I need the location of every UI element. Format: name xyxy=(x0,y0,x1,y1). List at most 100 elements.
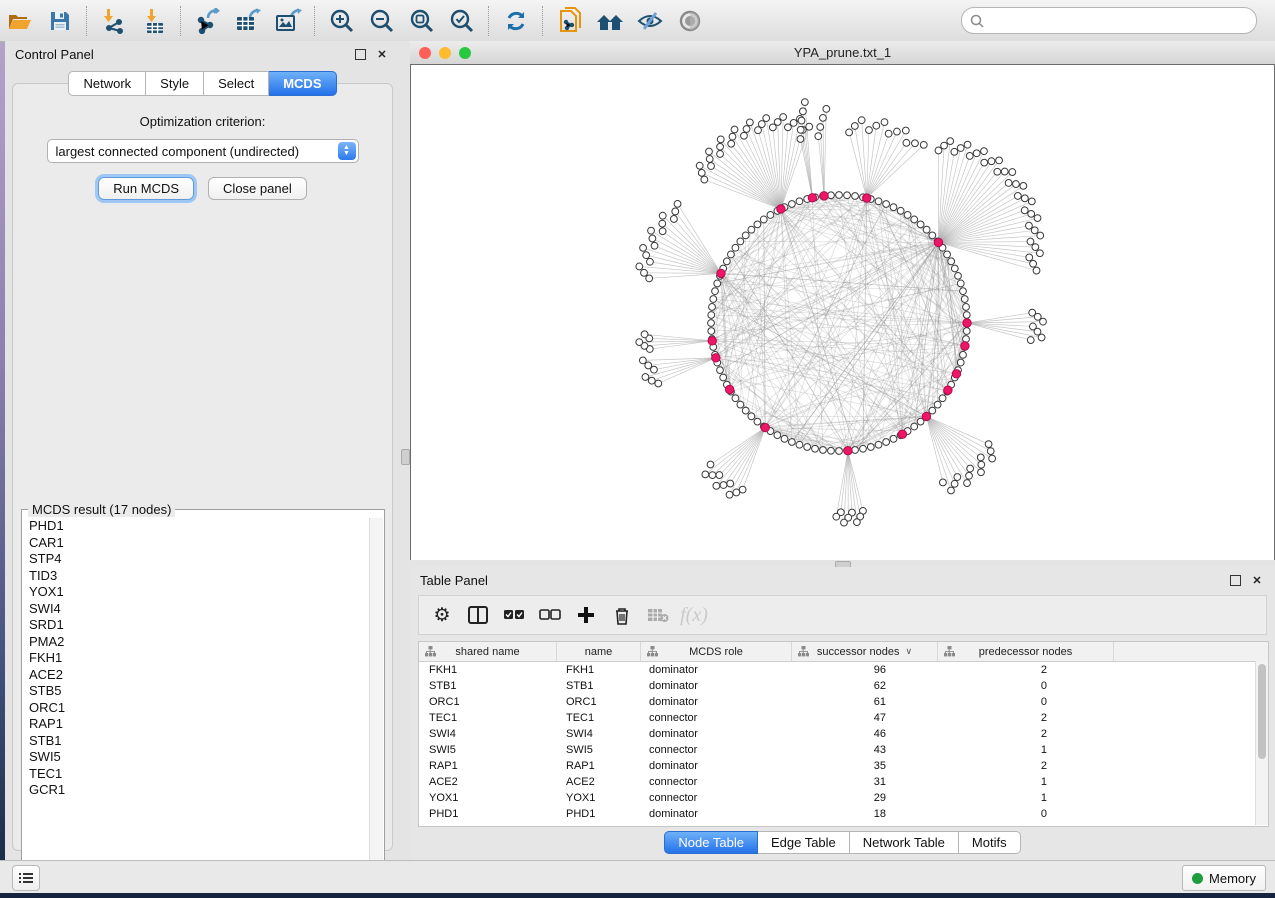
leaf-node[interactable] xyxy=(717,143,724,150)
ring-node[interactable] xyxy=(911,423,918,430)
leaf-node[interactable] xyxy=(978,461,985,468)
leaf-node[interactable] xyxy=(647,258,654,265)
ring-node[interactable] xyxy=(963,312,970,319)
delete-column-icon[interactable] xyxy=(607,601,637,629)
leaf-node[interactable] xyxy=(1033,267,1040,274)
leaf-node[interactable] xyxy=(746,119,753,126)
ring-node[interactable] xyxy=(955,272,962,279)
leaf-node[interactable] xyxy=(717,136,724,143)
splitter-grip[interactable] xyxy=(401,449,410,465)
ring-node[interactable] xyxy=(828,447,835,454)
ring-node[interactable] xyxy=(883,201,890,208)
mcds-dominator-node[interactable] xyxy=(708,337,716,345)
mcds-dominator-node[interactable] xyxy=(898,430,906,438)
ring-node[interactable] xyxy=(929,232,936,239)
ring-node[interactable] xyxy=(911,216,918,223)
ring-node[interactable] xyxy=(708,312,715,319)
leaf-node[interactable] xyxy=(951,480,958,487)
leaf-node[interactable] xyxy=(903,139,910,146)
new-network-from-selection-icon[interactable] xyxy=(553,6,587,36)
ring-node[interactable] xyxy=(963,328,970,335)
deselect-all-rows-icon[interactable] xyxy=(535,601,565,629)
ring-node[interactable] xyxy=(890,204,897,211)
leaf-node[interactable] xyxy=(935,147,942,154)
tab-node-table[interactable]: Node Table xyxy=(664,831,758,854)
export-network-icon[interactable] xyxy=(191,6,225,36)
leaf-node[interactable] xyxy=(763,115,770,122)
leaf-node[interactable] xyxy=(640,244,647,251)
table-row[interactable]: ACE2ACE2connector311 xyxy=(419,774,1268,790)
mcds-result-item[interactable]: RAP1 xyxy=(23,716,369,733)
mcds-dominator-node[interactable] xyxy=(844,446,852,454)
leaf-node[interactable] xyxy=(671,216,678,223)
mcds-result-item[interactable]: SWI5 xyxy=(23,749,369,766)
leaf-node[interactable] xyxy=(966,472,973,479)
leaf-node[interactable] xyxy=(755,127,762,134)
network-canvas[interactable] xyxy=(410,64,1275,561)
leaf-node[interactable] xyxy=(1037,250,1044,257)
ring-node[interactable] xyxy=(742,232,749,239)
ring-node[interactable] xyxy=(934,401,941,408)
leaf-node[interactable] xyxy=(1028,198,1035,205)
panel-menu-button[interactable] xyxy=(12,865,40,891)
column-header-successor-nodes[interactable]: successor nodes∨ xyxy=(792,642,938,661)
leaf-node[interactable] xyxy=(941,142,948,149)
ring-node[interactable] xyxy=(720,374,727,381)
ring-node[interactable] xyxy=(852,447,859,454)
leaf-node[interactable] xyxy=(701,176,708,183)
ring-node[interactable] xyxy=(760,216,767,223)
mcds-result-item[interactable]: SWI4 xyxy=(23,601,369,618)
leaf-node[interactable] xyxy=(707,461,714,468)
table-row[interactable]: SWI5SWI5connector431 xyxy=(419,742,1268,758)
leaf-node[interactable] xyxy=(1034,215,1041,222)
leaf-node[interactable] xyxy=(988,158,995,165)
leaf-node[interactable] xyxy=(912,140,919,147)
leaf-node[interactable] xyxy=(1014,193,1021,200)
leaf-node[interactable] xyxy=(981,148,988,155)
mcds-dominator-node[interactable] xyxy=(712,354,720,362)
leaf-node[interactable] xyxy=(702,471,709,478)
mcds-dominator-node[interactable] xyxy=(717,269,725,277)
leaf-node[interactable] xyxy=(873,122,880,129)
ring-node[interactable] xyxy=(714,280,721,287)
mcds-dominator-node[interactable] xyxy=(820,192,828,200)
mcds-result-item[interactable]: PHD1 xyxy=(23,518,369,535)
leaf-node[interactable] xyxy=(659,228,666,235)
table-row[interactable]: RAP1RAP1dominator352 xyxy=(419,758,1268,774)
mcds-result-item[interactable]: ORC1 xyxy=(23,700,369,717)
leaf-node[interactable] xyxy=(820,114,827,121)
leaf-node[interactable] xyxy=(713,482,720,489)
ring-node[interactable] xyxy=(961,296,968,303)
leaf-node[interactable] xyxy=(641,269,648,276)
mcds-result-item[interactable]: TID3 xyxy=(23,568,369,585)
leaf-node[interactable] xyxy=(985,441,992,448)
table-scrollbar-thumb[interactable] xyxy=(1258,664,1266,759)
zoom-selected-icon[interactable] xyxy=(445,6,479,36)
memory-button[interactable]: Memory xyxy=(1182,865,1266,891)
ring-node[interactable] xyxy=(860,445,867,452)
ring-node[interactable] xyxy=(875,198,882,205)
ring-node[interactable] xyxy=(732,244,739,251)
leaf-node[interactable] xyxy=(1021,195,1028,202)
mcds-result-item[interactable]: SRD1 xyxy=(23,617,369,634)
table-panel-float-button[interactable] xyxy=(1227,572,1243,588)
import-network-icon[interactable] xyxy=(97,6,131,36)
leaf-node[interactable] xyxy=(698,169,705,176)
close-panel-button[interactable]: Close panel xyxy=(208,177,307,200)
leaf-node[interactable] xyxy=(1013,181,1020,188)
leaf-node[interactable] xyxy=(651,242,658,249)
leaf-node[interactable] xyxy=(987,448,994,455)
leaf-node[interactable] xyxy=(902,127,909,134)
ring-node[interactable] xyxy=(754,418,761,425)
ring-node[interactable] xyxy=(754,221,761,228)
optimization-criterion-select[interactable]: largest connected component (undirected)… xyxy=(47,139,359,163)
ring-node[interactable] xyxy=(820,447,827,454)
leaf-node[interactable] xyxy=(954,474,961,481)
leaf-node[interactable] xyxy=(977,454,984,461)
leaf-node[interactable] xyxy=(964,480,971,487)
ring-node[interactable] xyxy=(774,432,781,439)
ring-node[interactable] xyxy=(732,395,739,402)
leaf-node[interactable] xyxy=(996,157,1003,164)
mcds-result-item[interactable]: GCR1 xyxy=(23,782,369,799)
search-input[interactable] xyxy=(989,13,1248,29)
